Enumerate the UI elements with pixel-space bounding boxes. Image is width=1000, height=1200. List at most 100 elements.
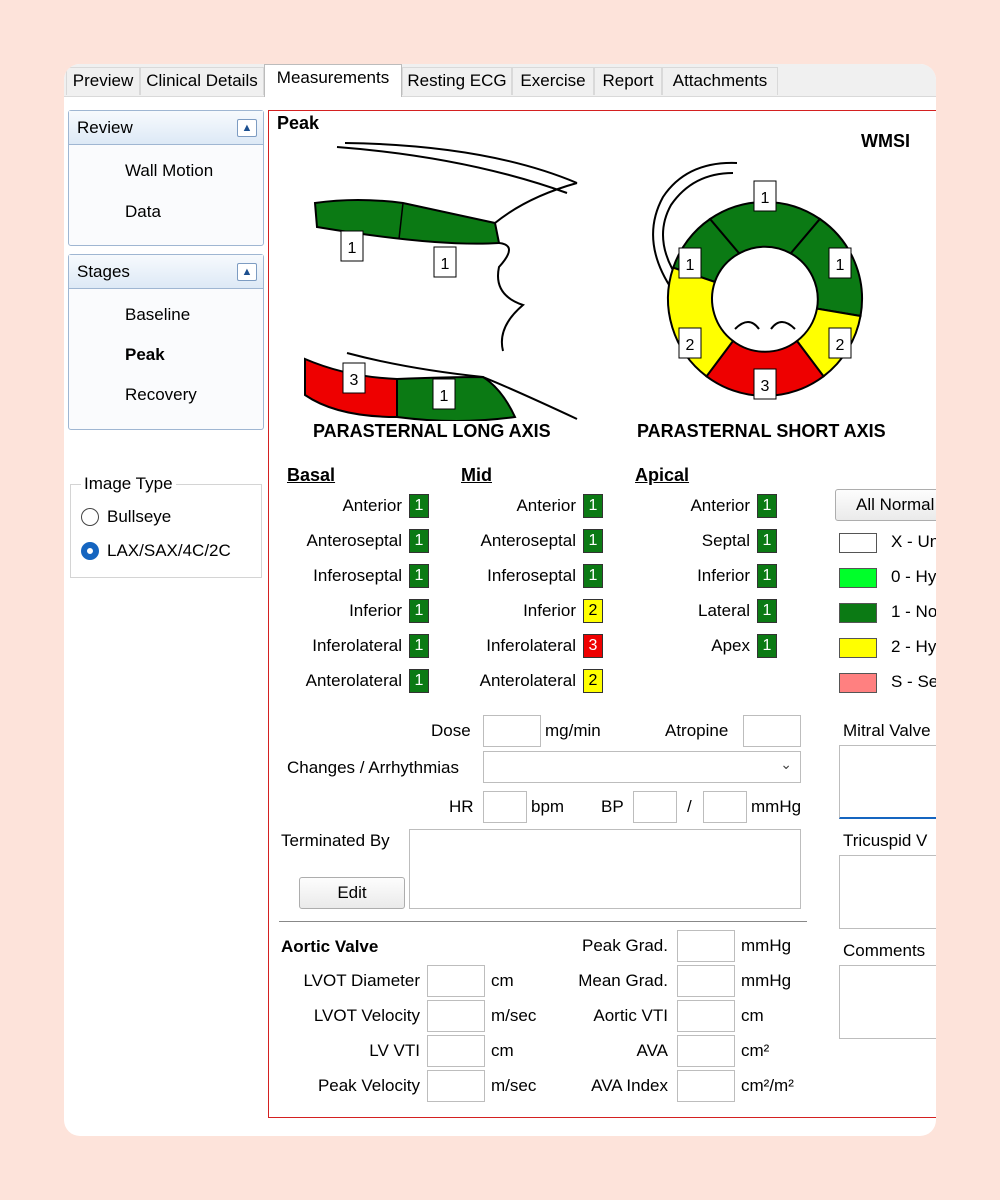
stage-item-peak[interactable]: Peak: [125, 345, 165, 365]
review-item-data[interactable]: Data: [125, 202, 161, 222]
mid-inferoseptal-label: Inferoseptal: [487, 566, 576, 585]
lv-vti-label: LV VTI: [369, 1041, 420, 1060]
comments-label: Comments: [843, 941, 926, 960]
apical-septal-score[interactable]: 1: [757, 529, 777, 553]
aortic-vti-input[interactable]: [677, 1000, 735, 1032]
chevron-down-icon[interactable]: ⌄: [780, 756, 792, 773]
stages-panel-header[interactable]: Stages ▲: [69, 255, 263, 289]
apical-inferior-label: Inferior: [697, 566, 750, 585]
basal-anterolateral-score[interactable]: 1: [409, 669, 429, 693]
tab-clinical-details[interactable]: Clinical Details: [140, 67, 264, 95]
peak-velocity-label: Peak Velocity: [317, 1076, 420, 1095]
mid-anterolateral-score[interactable]: 2: [583, 669, 603, 693]
lvot-velocity-input[interactable]: [427, 1000, 485, 1032]
sax-score-anterior: 1: [761, 190, 770, 207]
mid-inferolateral-score[interactable]: 3: [583, 634, 603, 658]
mid-inferoseptal-score[interactable]: 1: [583, 564, 603, 588]
mid-inferior-label: Inferior: [523, 601, 576, 620]
parasternal-short-axis-diagram[interactable]: 1 1 1 2 2 3: [633, 151, 893, 411]
dose-input[interactable]: [483, 715, 541, 747]
mid-anteroseptal-score[interactable]: 1: [583, 529, 603, 553]
parasternal-long-axis-label: PARASTERNAL LONG AXIS: [313, 421, 551, 441]
legend-swatch-normal: [839, 603, 877, 623]
tricuspid-valve-textbox[interactable]: [839, 855, 936, 929]
stage-item-recovery[interactable]: Recovery: [125, 385, 197, 405]
terminated-by-textbox[interactable]: [409, 829, 801, 909]
mid-header: Mid: [461, 465, 492, 485]
parasternal-short-axis-label: PARASTERNAL SHORT AXIS: [637, 421, 886, 441]
mean-grad-label: Mean Grad.: [578, 971, 668, 990]
peak-velocity-input[interactable]: [427, 1070, 485, 1102]
parasternal-long-axis-diagram[interactable]: 1 1 3 1: [287, 127, 587, 421]
lvot-velocity-unit: m/sec: [491, 1006, 537, 1025]
lax-sax-radio[interactable]: [81, 542, 99, 560]
tab-measurements[interactable]: Measurements: [264, 64, 402, 97]
apical-apex-score[interactable]: 1: [757, 634, 777, 658]
peak-grad-input[interactable]: [677, 930, 735, 962]
peak-velocity-unit: m/sec: [491, 1076, 537, 1095]
review-title: Review: [77, 118, 133, 137]
dose-label: Dose: [431, 721, 471, 740]
bp-systolic-input[interactable]: [633, 791, 677, 823]
mid-inferior-score[interactable]: 2: [583, 599, 603, 623]
peak-grad-unit: mmHg: [741, 936, 792, 955]
review-panel-header[interactable]: Review ▲: [69, 111, 263, 145]
apical-lateral-score[interactable]: 1: [757, 599, 777, 623]
mean-grad-unit: mmHg: [741, 971, 792, 990]
changes-arrhythmias-select[interactable]: ⌄: [483, 751, 801, 783]
edit-button[interactable]: Edit: [299, 877, 405, 909]
basal-anteroseptal-score[interactable]: 1: [409, 529, 429, 553]
sax-score-inferolateral: 2: [836, 337, 845, 354]
lvot-diameter-input[interactable]: [427, 965, 485, 997]
mid-anterior-score[interactable]: 1: [583, 494, 603, 518]
sax-score-inferior: 3: [761, 378, 770, 395]
atropine-input[interactable]: [743, 715, 801, 747]
tab-bar: Preview Clinical Details Measurements Re…: [64, 64, 936, 97]
sax-score-inferoseptal: 2: [686, 337, 695, 354]
hr-unit: bpm: [531, 797, 565, 816]
section-divider: [279, 921, 807, 922]
tab-preview[interactable]: Preview: [66, 67, 140, 95]
bp-separator: /: [687, 797, 692, 816]
mean-grad-input[interactable]: [677, 965, 735, 997]
collapse-review-icon[interactable]: ▲: [237, 119, 257, 137]
hr-label: HR: [449, 797, 474, 816]
basal-inferolateral-score[interactable]: 1: [409, 634, 429, 658]
ava-input[interactable]: [677, 1035, 735, 1067]
sax-score-anteroseptal: 1: [686, 257, 695, 274]
ava-unit: cm²: [741, 1041, 770, 1060]
legend-swatch-unknown: [839, 533, 877, 553]
mid-anterolateral-label: Anterolateral: [479, 671, 576, 690]
lvot-diameter-unit: cm: [491, 971, 514, 990]
lv-vti-input[interactable]: [427, 1035, 485, 1067]
bp-diastolic-input[interactable]: [703, 791, 747, 823]
basal-inferoseptal-score[interactable]: 1: [409, 564, 429, 588]
bullseye-radio[interactable]: [81, 508, 99, 526]
hr-input[interactable]: [483, 791, 527, 823]
collapse-stages-icon[interactable]: ▲: [237, 263, 257, 281]
basal-anterolateral-label: Anterolateral: [305, 671, 402, 690]
tab-resting-ecg[interactable]: Resting ECG: [402, 67, 512, 95]
app-window: Preview Clinical Details Measurements Re…: [64, 64, 936, 1136]
lax-score-4: 1: [440, 388, 449, 405]
apical-inferior-score[interactable]: 1: [757, 564, 777, 588]
mitral-valve-textbox[interactable]: [839, 745, 936, 819]
basal-anterior-score[interactable]: 1: [409, 494, 429, 518]
image-type-title: Image Type: [81, 474, 176, 494]
ava-index-input[interactable]: [677, 1070, 735, 1102]
basal-inferior-score[interactable]: 1: [409, 599, 429, 623]
legend-swatch-hypokinetic: [839, 638, 877, 658]
comments-textbox[interactable]: [839, 965, 936, 1039]
tab-exercise[interactable]: Exercise: [512, 67, 594, 95]
sax-score-anterolateral: 1: [836, 257, 845, 274]
bullseye-label: Bullseye: [107, 507, 172, 526]
lvot-velocity-label: LVOT Velocity: [313, 1006, 420, 1025]
all-normal-button[interactable]: All Normal: [835, 489, 936, 521]
ava-index-unit: cm²/m²: [741, 1076, 794, 1095]
apical-lateral-label: Lateral: [698, 601, 750, 620]
tab-attachments[interactable]: Attachments: [662, 67, 778, 95]
review-item-wall-motion[interactable]: Wall Motion: [125, 161, 213, 181]
tab-report[interactable]: Report: [594, 67, 662, 95]
apical-anterior-score[interactable]: 1: [757, 494, 777, 518]
stage-item-baseline[interactable]: Baseline: [125, 305, 190, 325]
